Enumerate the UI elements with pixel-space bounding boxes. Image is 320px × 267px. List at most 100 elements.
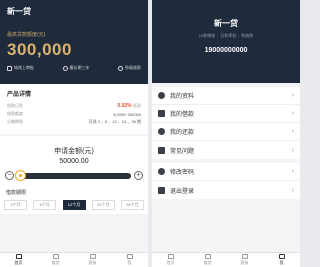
profile-header: 新一贷 10秒审核 | 日利率低 | 秒放款 19000000000: [152, 0, 300, 83]
profile-screen: 新一贷 10秒审核 | 日利率低 | 秒放款 19000000000 我的资料 › …: [152, 0, 300, 267]
detail-value: 0.02% 低息: [117, 103, 141, 109]
menu-my-profile[interactable]: 我的资料 ›: [152, 87, 300, 105]
lock-icon: [158, 168, 165, 175]
tab-service[interactable]: 客服: [226, 253, 263, 267]
menu-label: 我的借款: [170, 112, 195, 118]
detail-label: 分期期限: [7, 119, 23, 124]
amount-label: 申请金额(元): [54, 148, 94, 155]
detail-value: 5,0000~300000: [113, 111, 141, 117]
tab-label: 客服: [88, 260, 97, 265]
chevron-right-icon: ›: [291, 146, 294, 154]
person-icon: [126, 254, 133, 259]
feature-label: 纯线上审批: [14, 65, 34, 70]
menu-group-security: 修改密码 › 退出登录 ›: [152, 163, 300, 199]
chevron-right-icon: ›: [291, 168, 294, 175]
rate-suffix: 低息: [133, 103, 141, 108]
tab-label: 我: [127, 260, 132, 265]
chevron-right-icon: ›: [291, 186, 294, 194]
period-option[interactable]: 3个月: [4, 200, 27, 210]
headset-icon: [89, 254, 96, 259]
user-phone-number: 19000000000: [204, 47, 248, 54]
chevron-right-icon: ›: [291, 110, 294, 117]
menu-label: 我的资料: [170, 94, 195, 100]
period-option[interactable]: 12个月: [62, 200, 86, 210]
quota-caption: 最高贷款额度(元): [7, 32, 46, 38]
loan-icon: [204, 254, 211, 259]
feature-fast-disbursement: 秒级放款: [118, 65, 141, 71]
feature-long-term: 最长期三年: [62, 65, 90, 71]
chevron-right-icon: ›: [291, 92, 294, 99]
tab-me[interactable]: 我: [263, 253, 300, 267]
menu-my-repayments[interactable]: 我的还款 ›: [152, 123, 300, 141]
subtitle-item: 秒放款: [241, 33, 254, 38]
profile-icon: [158, 92, 165, 99]
decrease-amount-button[interactable]: −: [5, 171, 14, 180]
rate-value: 0.02%: [117, 103, 132, 109]
period-option[interactable]: 6个月: [33, 200, 57, 210]
menu-label: 退出登录: [170, 188, 195, 195]
tab-home[interactable]: 首页: [0, 253, 37, 267]
quota-amount: 300,000: [7, 40, 72, 59]
tab-bar: 首页 借贷 客服 我: [152, 252, 300, 267]
increase-amount-button[interactable]: +: [134, 171, 143, 180]
logout-icon: [158, 186, 165, 194]
detail-row-term: 分期期限 可选 3 、6 、12 、24 、36 期: [7, 118, 141, 126]
home-icon: [15, 254, 22, 259]
detail-label: 借款额度: [7, 111, 23, 116]
amount-value: 50000.00: [59, 158, 89, 165]
menu-my-loans[interactable]: 我的借款 ›: [152, 105, 300, 123]
tab-loan[interactable]: 借贷: [37, 253, 74, 267]
tab-label: 客服: [240, 260, 249, 265]
subtitle-item: 10秒审核: [198, 33, 216, 38]
tab-service[interactable]: 客服: [74, 253, 111, 267]
loan-icon: [158, 110, 165, 117]
menu-label: 修改密码: [170, 170, 195, 176]
subtitle-separator: |: [217, 33, 219, 38]
period-caption: 借款期限: [6, 190, 27, 196]
subtitle-item: 日利率低: [220, 33, 237, 38]
feature-label: 秒级放款: [125, 65, 141, 70]
menu-label: 我的还款: [170, 130, 195, 136]
person-icon: [278, 254, 285, 259]
menu-change-password[interactable]: 修改密码 ›: [152, 163, 300, 181]
profile-app-title: 新一贷: [214, 19, 238, 28]
home-icon: [167, 254, 174, 259]
period-option[interactable]: 36个月: [121, 200, 144, 210]
subtitle-separator: |: [238, 33, 240, 38]
period-option[interactable]: 24个月: [91, 200, 115, 210]
menu-faq[interactable]: 常见问题 ›: [152, 141, 300, 159]
feature-online-approval: 纯线上审批: [7, 65, 34, 71]
clock-icon: [62, 65, 68, 71]
detail-value: 可选 3 、6 、12 、24 、36 期: [88, 119, 141, 124]
quota-header: 新一贷 最高贷款额度(元) 300,000 纯线上审批 最长期三年 秒级放款: [0, 0, 148, 84]
profile-subtitle: 10秒审核 | 日利率低 | 秒放款: [152, 33, 300, 39]
period-options: 3个月 6个月 12个月 24个月 36个月: [0, 200, 148, 210]
tab-label: 我: [279, 260, 284, 265]
tab-home[interactable]: 首页: [152, 253, 189, 267]
amount-slider-handle[interactable]: [15, 169, 26, 181]
tab-bar: 首页 借贷 客服 我: [0, 252, 148, 267]
tab-loan[interactable]: 借贷: [189, 253, 226, 267]
tab-label: 首页: [166, 260, 175, 265]
document-icon: [7, 65, 12, 71]
menu-group-account: 我的资料 › 我的借款 › 我的还款 › 常见问题 ›: [152, 87, 300, 159]
app-title: 新一贷: [7, 7, 31, 16]
detail-row-rate: 借款日息 0.02% 低息: [7, 102, 141, 110]
faq-icon: [158, 146, 165, 154]
lightning-icon: [118, 65, 123, 71]
detail-row-amount: 借款额度 5,0000~300000: [7, 110, 141, 118]
repayment-icon: [158, 128, 165, 135]
menu-logout[interactable]: 退出登录 ›: [152, 181, 300, 199]
feature-row: 纯线上审批 最长期三年 秒级放款: [7, 65, 141, 71]
tab-me[interactable]: 我: [111, 253, 148, 267]
detail-label: 借款日息: [7, 103, 23, 108]
amount-slider-track[interactable]: [15, 169, 131, 181]
loan-home-screen: 新一贷 最高贷款额度(元) 300,000 纯线上审批 最长期三年 秒级放款 产…: [0, 0, 148, 267]
headset-icon: [241, 254, 248, 259]
tab-label: 借贷: [203, 260, 212, 265]
feature-label: 最长期三年: [69, 65, 90, 70]
tab-label: 借贷: [51, 260, 60, 265]
loan-icon: [52, 254, 59, 259]
amount-slider-row: − +: [0, 169, 148, 181]
tab-label: 首页: [14, 260, 23, 265]
